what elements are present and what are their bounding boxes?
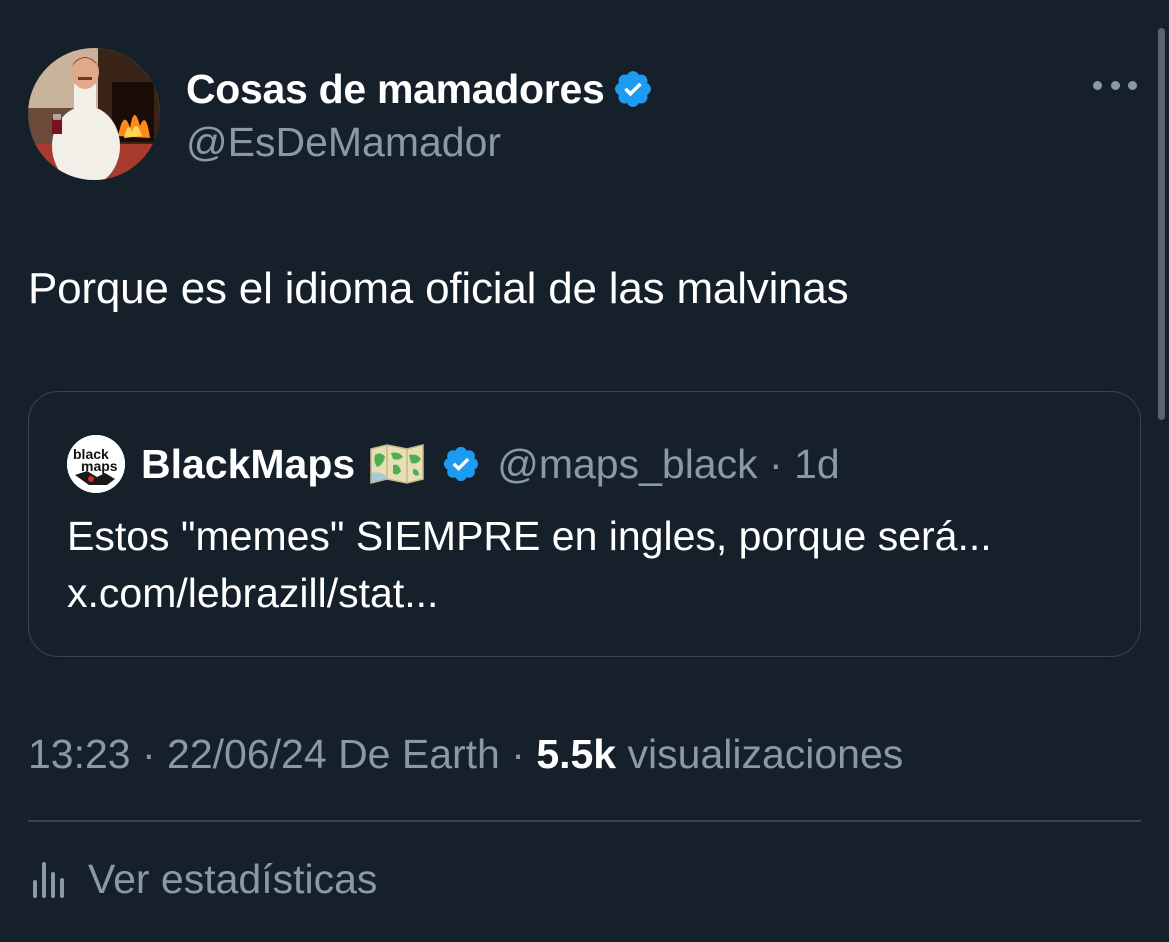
tweet-location: De Earth <box>338 731 500 777</box>
tweet-time[interactable]: 13:23 <box>28 731 131 777</box>
views-label: visualizaciones <box>627 731 904 777</box>
quoted-text-line-1: Estos "memes" SIEMPRE en ingles, porque … <box>67 513 992 559</box>
quoted-tweet-card[interactable]: black maps BlackMaps @maps_black · 1d Es… <box>28 391 1141 657</box>
quoted-tweet-text: Estos "memes" SIEMPRE en ingles, porque … <box>67 508 992 622</box>
verified-badge-icon <box>615 71 652 107</box>
tweet-header: Cosas de mamadores @EsDeMamador <box>28 48 1141 182</box>
quoted-verified-badge-icon <box>444 446 479 482</box>
quoted-tweet-header: black maps BlackMaps @maps_black · 1d <box>67 434 840 494</box>
quoted-avatar-text-line2: maps <box>81 458 118 474</box>
tweet-text: Porque es el idioma oficial de las malvi… <box>28 264 849 313</box>
tweet-meta: 13:23 · 22/06/24 De Earth · 5.5k visuali… <box>28 731 904 777</box>
author-avatar[interactable] <box>28 48 160 180</box>
more-dot <box>1128 80 1137 90</box>
bar-chart-icon <box>33 862 64 898</box>
more-dot <box>1093 80 1102 90</box>
tweet-detail-page: Cosas de mamadores @EsDeMamador Porque e… <box>0 0 1169 942</box>
author-handle[interactable]: @EsDeMamador <box>186 119 654 166</box>
quoted-author-name[interactable]: BlackMaps <box>141 441 355 488</box>
more-dot <box>1110 80 1120 90</box>
scrollbar[interactable] <box>1158 28 1165 420</box>
quoted-handle-text[interactable]: @maps_black <box>497 441 757 487</box>
author-name-row: Cosas de mamadores <box>186 65 654 113</box>
quoted-age[interactable]: 1d <box>794 441 840 487</box>
quoted-author-avatar[interactable]: black maps <box>67 435 125 493</box>
view-stats-button[interactable]: Ver estadísticas <box>28 853 377 905</box>
divider <box>28 820 1141 822</box>
views-count: 5.5k <box>536 731 617 777</box>
view-stats-label: Ver estadísticas <box>88 855 378 902</box>
author-name[interactable]: Cosas de mamadores <box>186 66 605 113</box>
quoted-text-link[interactable]: x.com/lebrazill/stat... <box>67 565 992 622</box>
world-map-icon <box>370 444 424 484</box>
quoted-author-handle: @maps_black · 1d <box>497 441 839 488</box>
tweet-date[interactable]: 22/06/24 <box>167 731 327 777</box>
quoted-separator: · <box>757 440 795 487</box>
author-info: Cosas de mamadores @EsDeMamador <box>186 65 654 166</box>
more-options-icon[interactable] <box>1093 74 1137 96</box>
